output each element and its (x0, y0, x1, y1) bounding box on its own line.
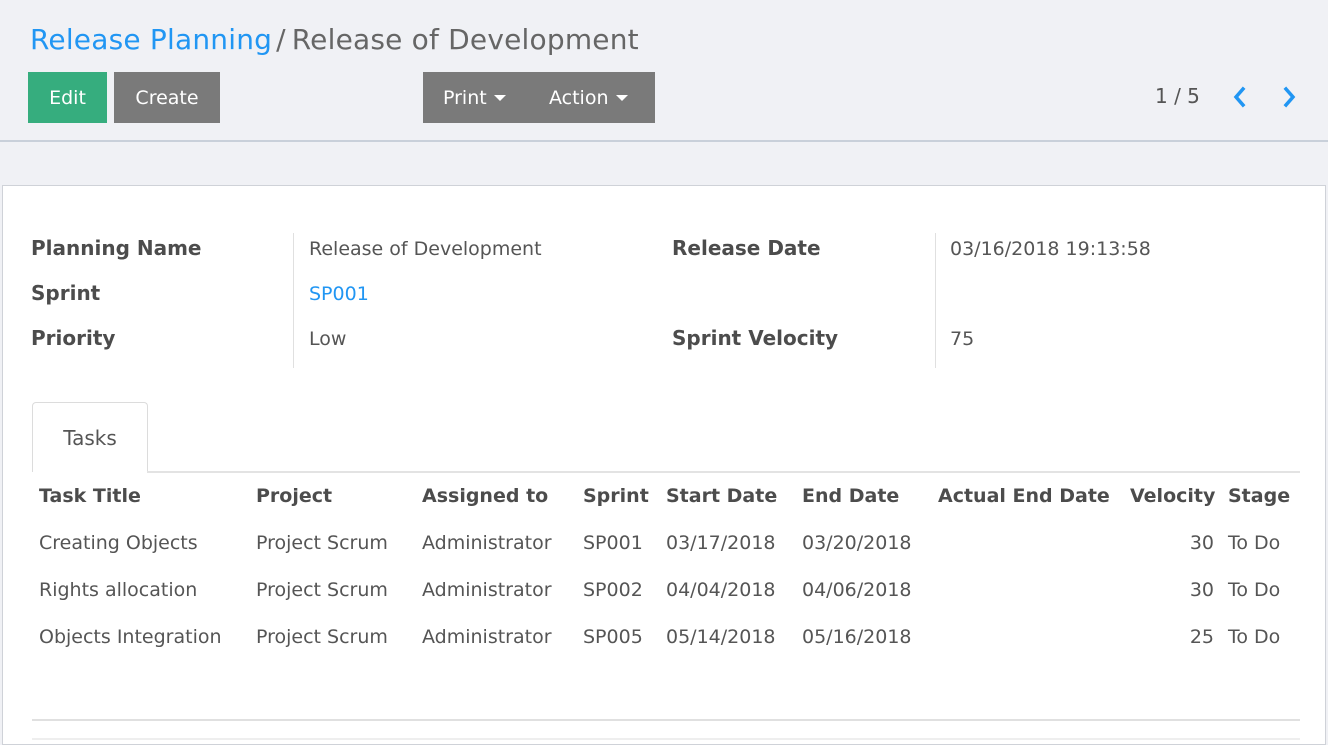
cell-end-date: 03/20/2018 (802, 532, 912, 554)
pager-value[interactable]: 1 / 5 (1155, 84, 1200, 108)
cell-velocity: 30 (1189, 532, 1214, 554)
planning-name-label: Planning Name (31, 236, 202, 260)
table-row[interactable]: Rights allocation Project Scrum Administ… (32, 570, 1302, 617)
table-footer-divider (32, 719, 1300, 721)
cell-end-date: 05/16/2018 (802, 626, 912, 648)
cell-task-title: Objects Integration (39, 626, 222, 648)
pager-previous-button[interactable] (1228, 84, 1252, 110)
cell-start-date: 05/14/2018 (666, 626, 776, 648)
cell-velocity: 30 (1189, 579, 1214, 601)
cell-end-date: 04/06/2018 (802, 579, 912, 601)
cell-stage: To Do (1228, 532, 1281, 554)
column-header-project[interactable]: Project (256, 485, 332, 507)
release-date-value: 03/16/2018 19:13:58 (950, 238, 1151, 260)
table-row[interactable]: Creating Objects Project Scrum Administr… (32, 523, 1302, 570)
print-label: Print (443, 86, 487, 109)
form-sheet: Planning Name Sprint Priority Release of… (2, 185, 1326, 745)
sprint-velocity-label: Sprint Velocity (672, 326, 839, 350)
sprint-link[interactable]: SP001 (309, 283, 369, 305)
cell-assigned-to: Administrator (422, 579, 552, 601)
chevron-right-icon (1283, 86, 1296, 108)
caret-down-icon (615, 94, 628, 101)
cell-sprint: SP005 (583, 626, 643, 648)
edit-button[interactable]: Edit (28, 72, 107, 123)
action-dropdown[interactable]: Action (549, 87, 628, 109)
tab-tasks[interactable]: Tasks (32, 402, 148, 472)
field-divider (935, 233, 936, 368)
cell-project: Project Scrum (256, 532, 388, 554)
planning-name-value: Release of Development (309, 238, 542, 260)
breadcrumb: Release Planning / Release of Development (30, 20, 639, 60)
chevron-left-icon (1233, 86, 1246, 108)
cell-task-title: Rights allocation (39, 579, 198, 601)
caret-down-icon (493, 94, 506, 101)
create-button[interactable]: Create (114, 72, 220, 123)
column-header-actual-end-date[interactable]: Actual End Date (938, 485, 1110, 507)
pager-next-button[interactable] (1278, 84, 1302, 110)
breadcrumb-separator: / (276, 23, 286, 56)
cell-start-date: 04/04/2018 (666, 579, 776, 601)
field-divider (293, 233, 294, 368)
cell-sprint: SP001 (583, 532, 643, 554)
breadcrumb-current: Release of Development (291, 23, 639, 56)
sprint-velocity-value: 75 (950, 328, 975, 350)
table-header-row: Task Title Project Assigned to Sprint St… (32, 476, 1302, 523)
sidebar-button-group: Print Action (423, 72, 655, 123)
priority-value: Low (309, 328, 347, 350)
release-date-label: Release Date (672, 236, 821, 260)
cell-assigned-to: Administrator (422, 626, 552, 648)
cell-sprint: SP002 (583, 579, 643, 601)
cell-stage: To Do (1228, 579, 1281, 601)
control-panel: Release Planning / Release of Development … (0, 0, 1328, 142)
cell-start-date: 03/17/2018 (666, 532, 776, 554)
priority-label: Priority (31, 326, 116, 350)
column-header-velocity[interactable]: Velocity (1130, 485, 1215, 507)
cell-task-title: Creating Objects (39, 532, 198, 554)
sprint-label: Sprint (31, 281, 101, 305)
cell-stage: To Do (1228, 626, 1281, 648)
column-header-assigned-to[interactable]: Assigned to (422, 485, 548, 507)
print-dropdown[interactable]: Print (443, 87, 506, 109)
column-header-end-date[interactable]: End Date (802, 485, 899, 507)
cell-project: Project Scrum (256, 579, 388, 601)
column-header-sprint[interactable]: Sprint (583, 485, 649, 507)
column-header-start-date[interactable]: Start Date (666, 485, 777, 507)
cell-assigned-to: Administrator (422, 532, 552, 554)
cell-velocity: 25 (1189, 626, 1214, 648)
column-header-task-title[interactable]: Task Title (39, 485, 141, 507)
cell-project: Project Scrum (256, 626, 388, 648)
breadcrumb-parent-link[interactable]: Release Planning (30, 23, 272, 56)
action-label: Action (549, 86, 609, 109)
column-header-stage[interactable]: Stage (1228, 485, 1290, 507)
table-row[interactable]: Objects Integration Project Scrum Admini… (32, 617, 1302, 664)
tab-underline (147, 471, 1300, 473)
